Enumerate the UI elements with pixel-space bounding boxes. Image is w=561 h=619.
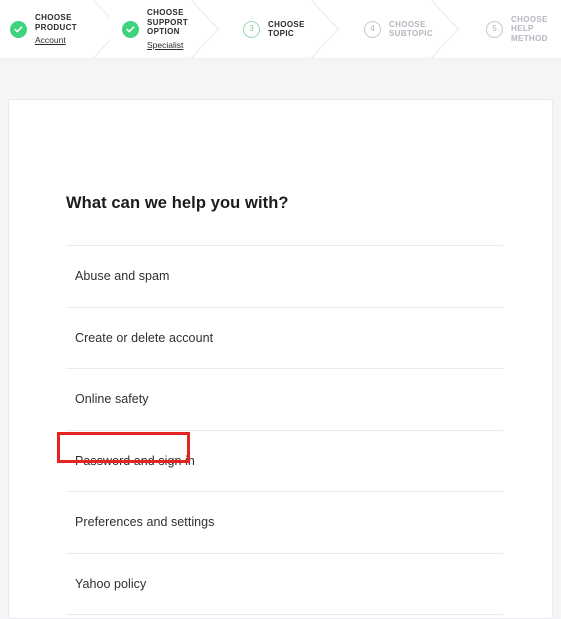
step-choose-product[interactable]: CHOOSE PRODUCT Account	[10, 0, 77, 58]
step-selection-link[interactable]: Account	[35, 35, 77, 45]
topic-label: Online safety	[75, 392, 149, 407]
topic-row-online-safety[interactable]: Online safety	[66, 369, 503, 430]
step-number-badge: 4	[364, 20, 381, 38]
step-number-badge: 5	[486, 20, 503, 38]
topic-label: Preferences and settings	[75, 515, 215, 530]
topic-selection-card: What can we help you with? Abuse and spa…	[8, 99, 553, 619]
topic-row-create-or-delete-account[interactable]: Create or delete account	[66, 308, 503, 369]
progress-stepper: CHOOSE PRODUCT Account CHOOSE SUPPORT OP…	[0, 0, 561, 59]
topic-row-preferences-and-settings[interactable]: Preferences and settings	[66, 492, 503, 553]
check-icon	[10, 20, 27, 38]
topic-row-yahoo-policy[interactable]: Yahoo policy	[66, 554, 503, 615]
step-choose-help-method[interactable]: 5 CHOOSE HELP METHOD	[486, 0, 548, 58]
step-number: 4	[370, 24, 375, 33]
step-title: CHOOSE PRODUCT	[35, 13, 78, 32]
step-title: CHOOSE HELP METHOD	[511, 14, 548, 43]
step-choose-support-option[interactable]: CHOOSE SUPPORT OPTION Specialist	[122, 0, 188, 58]
step-selection-link[interactable]: Specialist	[147, 40, 188, 50]
topic-label: Password and sign in	[75, 453, 195, 468]
step-number: 5	[492, 24, 497, 33]
step-title: CHOOSE SUPPORT OPTION	[147, 8, 189, 37]
topic-label: Yahoo policy	[75, 576, 147, 591]
topic-label: Abuse and spam	[75, 269, 170, 284]
topic-row-password-and-sign-in[interactable]: Password and sign in	[57, 431, 503, 492]
check-icon	[122, 20, 139, 38]
step-title: CHOOSE SUBTOPIC	[389, 19, 433, 39]
step-separator-chevron-1	[186, 0, 230, 58]
step-number-badge: 3	[243, 20, 260, 38]
step-choose-subtopic[interactable]: 4 CHOOSE SUBTOPIC	[364, 0, 433, 58]
step-number: 3	[249, 24, 254, 33]
topic-row-abuse-and-spam[interactable]: Abuse and spam	[66, 246, 503, 307]
step-title: CHOOSE TOPIC	[268, 19, 305, 39]
step-separator-chevron-2	[306, 0, 350, 58]
page-body: What can we help you with? Abuse and spa…	[0, 59, 561, 619]
list-divider	[66, 614, 503, 615]
page-title: What can we help you with?	[66, 194, 289, 212]
step-choose-topic[interactable]: 3 CHOOSE TOPIC	[243, 0, 305, 58]
topic-label: Create or delete account	[75, 330, 214, 345]
